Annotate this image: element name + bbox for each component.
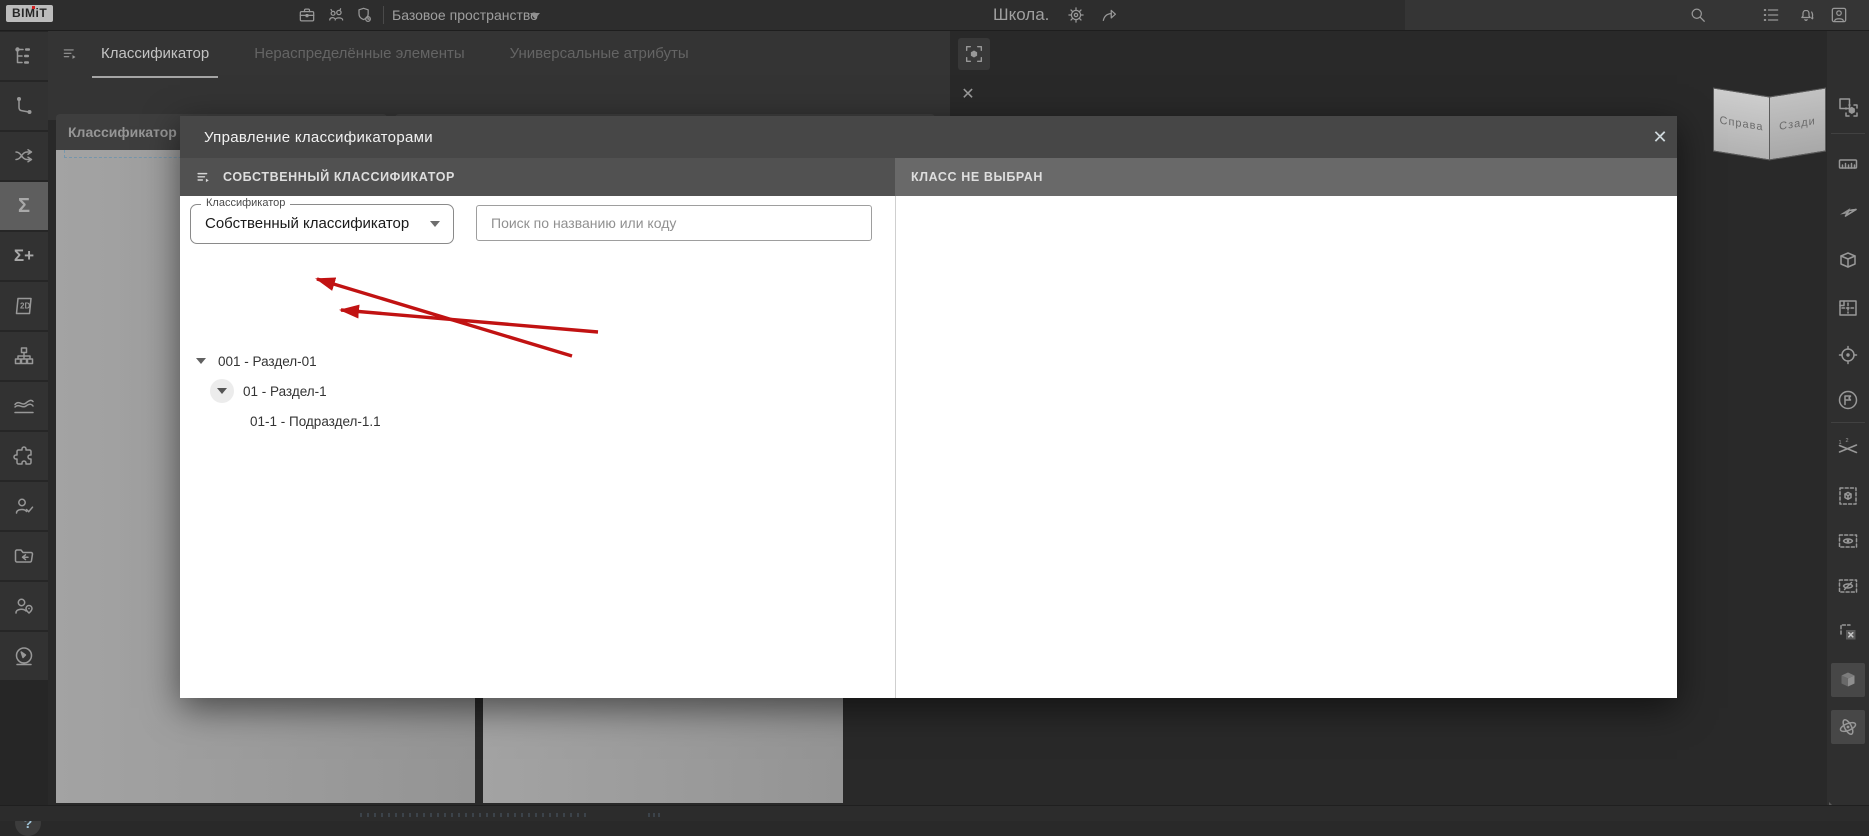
tree-item-label[interactable]: 01 - Раздел-1 xyxy=(243,384,327,399)
isolate-cube-icon[interactable] xyxy=(1827,474,1869,518)
clear-isolation-icon[interactable] xyxy=(1827,610,1869,654)
team-icon[interactable] xyxy=(326,5,346,25)
pane-divider xyxy=(895,196,896,698)
account-icon[interactable] xyxy=(1829,5,1849,25)
sum-icon[interactable]: Σ xyxy=(0,182,48,230)
class-not-selected-header: КЛАСС НЕ ВЫБРАН xyxy=(895,158,1677,196)
right-toolbar: 12 xyxy=(1827,30,1869,810)
orbit-button[interactable] xyxy=(1831,710,1865,744)
tab-classifier[interactable]: Классификатор xyxy=(91,30,219,78)
dialog-content: Классификатор Собственный классификатор … xyxy=(180,196,1677,698)
own-classifier-header: СОБСТВЕННЫЙ КЛАССИФИКАТОР xyxy=(180,158,895,196)
user-check-icon[interactable] xyxy=(0,482,48,530)
panel-tabs-row: Классификатор Нераспределённые элементы … xyxy=(48,30,950,78)
tree-item-label[interactable]: 01-1 - Подраздел-1.1 xyxy=(250,414,381,429)
folder-shared-icon[interactable] xyxy=(0,532,48,580)
toolbar-divider xyxy=(1831,422,1865,423)
orbit-icon[interactable] xyxy=(1827,705,1869,749)
sum-add-label: Σ+ xyxy=(13,246,35,265)
search-input[interactable] xyxy=(476,205,872,241)
footer-marks xyxy=(648,813,662,817)
structure-tree-icon[interactable] xyxy=(0,32,48,80)
notifications-icon[interactable] xyxy=(1796,5,1816,25)
share-icon[interactable] xyxy=(1100,5,1120,25)
floor-plan-icon[interactable] xyxy=(1827,286,1869,330)
workspace-caret-icon[interactable] xyxy=(530,13,540,19)
list-menu-icon[interactable] xyxy=(1761,5,1781,25)
search-icon[interactable] xyxy=(1688,5,1708,25)
collapse-caret-icon xyxy=(217,388,227,394)
sum-add-icon[interactable]: Σ+ xyxy=(0,232,48,280)
classifier-management-dialog: Управление классификаторами ✕ СОБСТВЕННЫ… xyxy=(180,116,1677,698)
tree-item-label[interactable]: 001 - Раздел-01 xyxy=(218,354,317,369)
gauge-icon[interactable] xyxy=(0,632,48,680)
shuffle-icon[interactable] xyxy=(0,132,48,180)
show-eye-icon[interactable] xyxy=(1827,519,1869,563)
chevron-down-icon xyxy=(430,221,440,227)
tree-item-level1[interactable]: 01 - Раздел-1 xyxy=(210,378,327,404)
briefcase-icon[interactable] xyxy=(297,5,317,25)
topbar-divider xyxy=(383,6,384,24)
tab-universal-attributes[interactable]: Универсальные атрибуты xyxy=(510,30,689,78)
project-title: Школа. xyxy=(993,5,1050,24)
svg-text:1: 1 xyxy=(1839,440,1842,446)
view-cube-face-back[interactable]: Сзади xyxy=(1769,87,1826,161)
panel-close-icon[interactable]: ✕ xyxy=(956,82,980,106)
search-field-wrap xyxy=(476,205,872,241)
topbar: BIMiT Базовое пространство Школа. xyxy=(0,0,1869,31)
settings-gear-icon[interactable] xyxy=(1066,5,1086,25)
view-cube[interactable]: Справа Сзади xyxy=(1713,86,1826,166)
ruler-icon[interactable] xyxy=(1827,142,1869,186)
classifier-select-value: Собственный классификатор xyxy=(205,215,410,232)
flag-icon[interactable] xyxy=(1827,378,1869,422)
puzzle-icon[interactable] xyxy=(0,432,48,480)
axis-lines-icon[interactable]: 12 xyxy=(1827,426,1869,470)
sum-label: Σ xyxy=(17,194,30,217)
toolbar-divider xyxy=(1831,133,1865,134)
tree-item-level2[interactable]: 01-1 - Подраздел-1.1 xyxy=(250,408,381,434)
classifier-select[interactable]: Классификатор Собственный классификатор xyxy=(190,197,454,244)
2d-view-icon[interactable]: 2D xyxy=(0,282,48,330)
logo-accent-dot xyxy=(32,6,35,9)
org-chart-icon[interactable] xyxy=(0,332,48,380)
view-cube-face-right[interactable]: Справа xyxy=(1713,87,1770,161)
dialog-close-icon[interactable]: ✕ xyxy=(1648,125,1672,149)
section-flash-icon[interactable] xyxy=(1827,190,1869,234)
shield-icon[interactable] xyxy=(354,5,374,25)
classifier-select-label: Классификатор xyxy=(201,197,291,209)
bottom-bar xyxy=(0,805,1869,821)
shaded-cube-button[interactable] xyxy=(1831,663,1865,697)
collapse-caret-icon[interactable] xyxy=(196,358,206,364)
dialog-title-bar: Управление классификаторами xyxy=(180,116,1677,158)
footer-marks xyxy=(360,813,590,817)
sort-list-icon[interactable] xyxy=(62,45,80,63)
own-classifier-header-label: СОБСТВЕННЫЙ КЛАССИФИКАТОР xyxy=(223,170,455,184)
svg-text:2: 2 xyxy=(1846,438,1849,444)
shaded-cube-icon[interactable] xyxy=(1827,658,1869,702)
connection-nodes-icon[interactable] xyxy=(0,82,48,130)
class-not-selected-label: КЛАСС НЕ ВЫБРАН xyxy=(911,170,1044,184)
isolate-selection-icon[interactable] xyxy=(1827,85,1869,129)
box-3d-icon[interactable] xyxy=(1827,238,1869,282)
app-logo: BIMiT xyxy=(6,5,54,22)
svg-text:2D: 2D xyxy=(20,302,30,311)
sort-list-icon[interactable] xyxy=(196,169,213,186)
tree-item-level0[interactable]: 001 - Раздел-01 xyxy=(196,348,317,374)
locate-target-icon[interactable] xyxy=(1827,333,1869,377)
dialog-title: Управление классификаторами xyxy=(204,128,433,146)
tab-unassigned-elements[interactable]: Нераспределённые элементы xyxy=(254,30,464,78)
user-location-icon[interactable] xyxy=(0,582,48,630)
workspace-selector[interactable]: Базовое пространство xyxy=(392,7,538,23)
classifier-dropdown-label: Классификатор xyxy=(68,124,177,140)
trends-icon[interactable] xyxy=(0,382,48,430)
hide-eye-icon[interactable] xyxy=(1827,564,1869,608)
fit-view-button[interactable] xyxy=(958,38,990,70)
left-toolbar: Σ Σ+ 2D ? xyxy=(0,30,48,836)
collapse-circle[interactable] xyxy=(210,379,234,403)
classifier-panel: Классификатор Нераспределённые элементы … xyxy=(48,30,975,150)
